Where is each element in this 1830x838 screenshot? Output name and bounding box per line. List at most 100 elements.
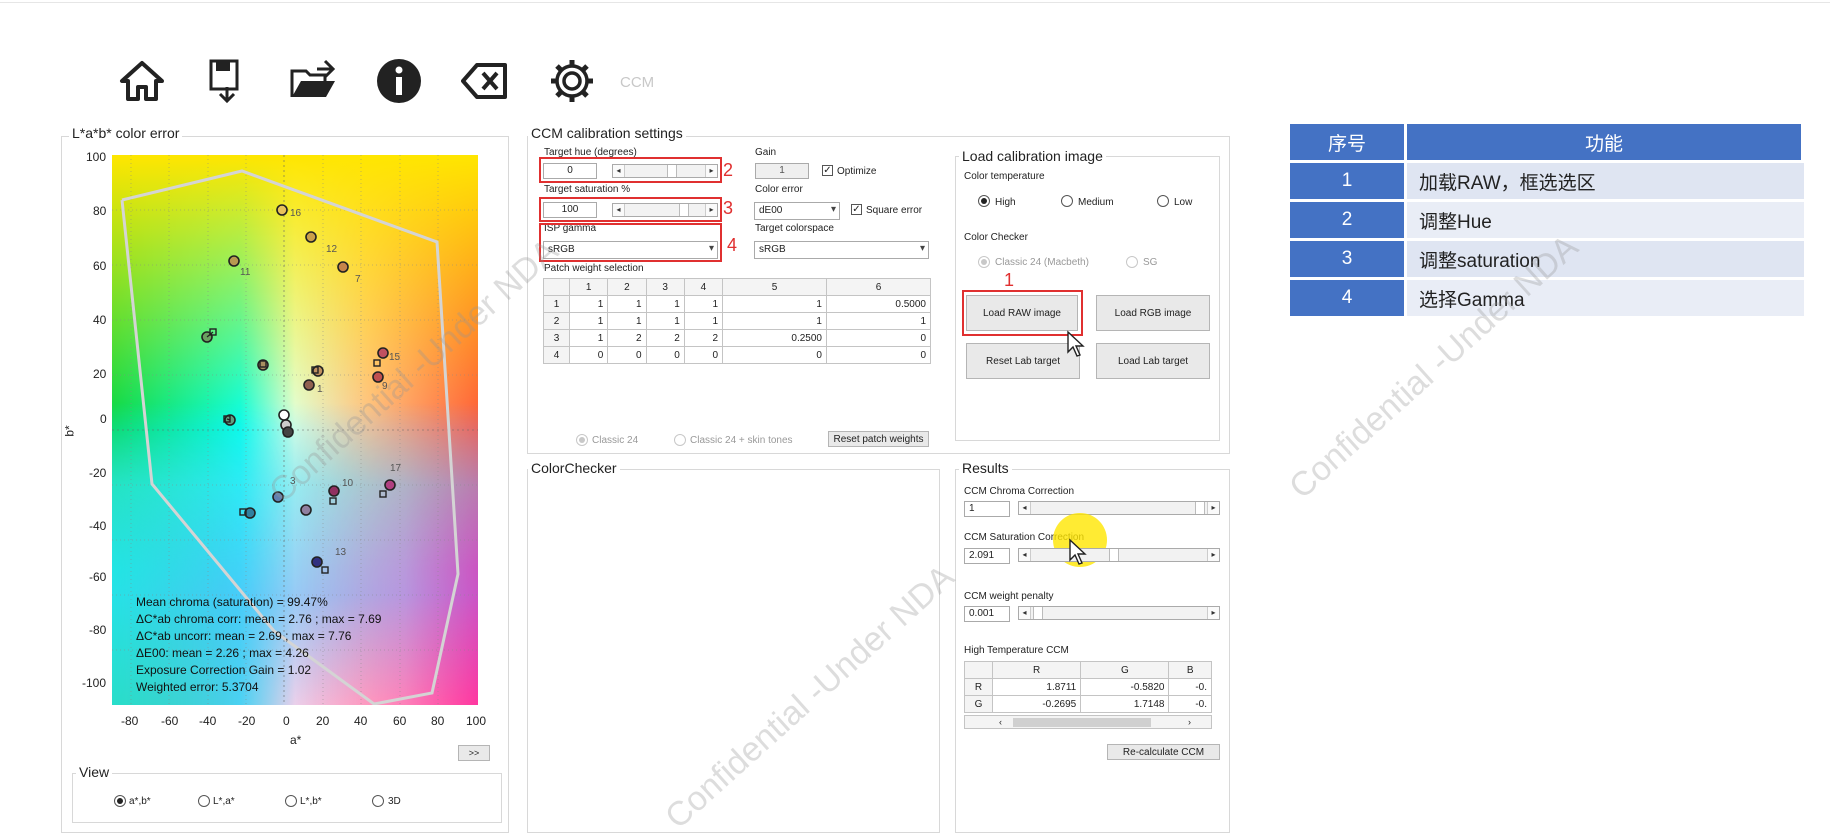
row-header: 2 [543,312,570,330]
view-radio-la[interactable] [198,795,210,807]
slider-left-arrow[interactable]: ◂ [1019,607,1031,619]
checker-sg-label: SG [1143,257,1158,268]
checker-classic24-radio[interactable] [978,256,990,268]
scroll-thumb[interactable] [1013,718,1151,727]
weight-cell[interactable]: 0 [825,329,932,347]
home-icon[interactable] [117,56,167,106]
patch-weight-table[interactable]: 1 2 3 4 5 6 1 1 1 1 1 1 0.5000 2 1 1 1 1… [543,278,932,364]
square-error-label: Square error [866,205,923,216]
weight-cell[interactable]: 2 [683,329,724,347]
weight-cell[interactable]: 0.2500 [722,329,827,347]
slider-left-arrow[interactable]: ◂ [1019,549,1031,561]
ccm-table-hscrollbar[interactable]: ‹ › [964,715,1212,729]
weight-cell[interactable]: 2 [645,329,685,347]
ccm-cell[interactable]: -0.5820 [1080,678,1170,696]
chroma-correction-slider[interactable]: ◂ ▸ [1018,501,1220,515]
temp-medium-label: Medium [1078,197,1114,208]
view-radio-3d[interactable] [372,795,384,807]
view-radio-lb[interactable] [285,795,297,807]
ccm-cell[interactable]: -0. [1168,678,1212,696]
weight-cell[interactable]: 1 [645,295,685,313]
ccm-cell[interactable]: -0.2695 [991,695,1082,713]
weight-penalty-input[interactable]: 0.001 [964,606,1010,622]
weight-cell[interactable]: 1 [568,312,609,330]
slider-right-arrow[interactable]: ▸ [1207,549,1219,561]
y-tick-80: 80 [93,204,107,218]
square-error-checkbox[interactable]: ✓ [851,204,862,215]
target-colorspace-select[interactable]: sRGB ▾ [754,241,929,259]
annotation-number-3: 3 [723,198,734,218]
optimize-checkbox[interactable]: ✓ [822,165,833,176]
weight-cell[interactable]: 0 [568,346,609,364]
weight-cell[interactable]: 0 [607,346,647,364]
weight-cell[interactable]: 2 [607,329,647,347]
temp-high-radio[interactable] [978,195,990,207]
row-header: 4 [543,346,570,364]
gain-input[interactable]: 1 [755,163,809,179]
slider-right-arrow[interactable]: ▸ [1207,502,1219,514]
ccm-cell[interactable]: 1.8711 [991,678,1082,696]
scroll-right-icon[interactable]: › [1188,717,1191,727]
table-header-row: 序号 功能 [1290,124,1804,160]
weight-penalty-slider[interactable]: ◂ ▸ [1018,606,1220,620]
slider-thumb[interactable] [1033,607,1043,619]
x-tick-80: 80 [431,714,445,728]
slider-right-arrow[interactable]: ▸ [1207,607,1219,619]
checker-sg-radio[interactable] [1126,256,1138,268]
x-tick-neg60: -60 [161,714,179,728]
weight-cell[interactable]: 0 [825,346,932,364]
annotation-number-4: 4 [727,235,738,255]
ccm-cell[interactable]: 1.7148 [1080,695,1170,713]
reset-patch-weights-button[interactable]: Reset patch weights [828,431,929,447]
ccm-matrix-table[interactable]: R G B R 1.8711 -0.5820 -0. G -0.2695 1.7… [964,661,1212,713]
save-icon[interactable] [202,56,252,106]
temp-medium-radio[interactable] [1061,195,1073,207]
open-folder-icon[interactable] [288,56,338,106]
weight-cell[interactable]: 1 [825,312,932,330]
slider-left-arrow[interactable]: ◂ [1019,502,1031,514]
ccm-cell[interactable]: -0. [1168,695,1212,713]
weight-cell[interactable]: 0 [645,346,685,364]
weight-cell[interactable]: 0.5000 [825,295,932,313]
chroma-correction-input[interactable]: 1 [964,501,1010,517]
weight-cell[interactable]: 0 [683,346,724,364]
weight-cell[interactable]: 1 [683,295,724,313]
patch-label-10: 10 [342,478,354,489]
top-divider [0,2,1830,3]
classic24-radio[interactable] [576,434,588,446]
weight-cell[interactable]: 1 [568,329,609,347]
weight-cell[interactable]: 1 [607,312,647,330]
weight-cell[interactable]: 1 [722,312,827,330]
load-rgb-button[interactable]: Load RGB image [1096,295,1210,331]
clear-icon[interactable] [460,56,510,106]
info-icon[interactable] [374,56,424,106]
y-tick-60: 60 [93,259,107,273]
load-lab-button[interactable]: Load Lab target [1096,343,1210,379]
weight-cell[interactable]: 1 [683,312,724,330]
slider-thumb[interactable] [1195,502,1205,514]
view-radio-ab[interactable] [114,795,126,807]
column-header: B [1168,661,1212,679]
scroll-left-icon[interactable]: ‹ [999,717,1002,727]
temp-low-radio[interactable] [1157,195,1169,207]
weight-cell[interactable]: 1 [607,295,647,313]
saturation-correction-slider[interactable]: ◂ ▸ [1018,548,1220,562]
weight-cell[interactable]: 1 [568,295,609,313]
weight-cell[interactable]: 1 [645,312,685,330]
recalculate-ccm-button[interactable]: Re-calculate CCM [1107,744,1220,760]
row-function: 调整Hue [1407,202,1804,238]
saturation-correction-input[interactable]: 2.091 [964,548,1010,564]
slider-thumb[interactable] [1109,549,1119,561]
table-row: 1 加载RAW，框选选区 [1290,163,1804,199]
color-error-select[interactable]: dE00 ▾ [754,202,840,220]
table-row: 2 调整Hue [1290,202,1804,238]
reset-lab-button[interactable]: Reset Lab target [966,343,1080,379]
gear-icon[interactable] [547,56,597,106]
temp-low-label: Low [1174,197,1193,208]
weight-cell[interactable]: 0 [722,346,827,364]
ccm-settings-legend: CCM calibration settings [528,125,686,141]
corner-cell [543,278,570,296]
expand-button[interactable]: >> [458,745,490,761]
classic24-skin-radio[interactable] [674,434,686,446]
weight-cell[interactable]: 1 [722,295,827,313]
